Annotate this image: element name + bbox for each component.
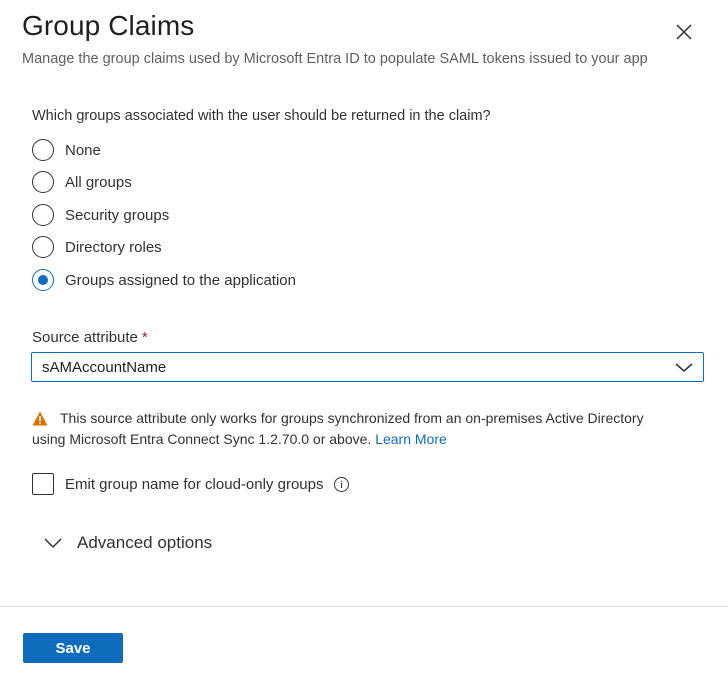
groups-question: Which groups associated with the user sh… [32,108,491,124]
source-attribute-label-text: Source attribute [32,329,138,346]
advanced-options-toggle[interactable]: Advanced options [44,530,212,556]
warning-text: This source attribute only works for gro… [32,408,712,450]
chevron-down-icon [44,538,62,549]
footer-divider [0,606,728,607]
radio-circle[interactable] [32,139,54,161]
page-subtitle: Manage the group claims used by Microsof… [22,51,648,67]
radio-label: Groups assigned to the application [65,271,296,289]
radio-none[interactable]: None [32,137,101,163]
radio-security-groups[interactable]: Security groups [32,202,169,228]
save-button[interactable]: Save [23,633,123,663]
checkbox-label: Emit group name for cloud-only groups [65,475,324,493]
page-title: Group Claims [22,10,195,41]
warning-line2-wrapper: using Microsoft Entra Connect Sync 1.2.7… [32,429,712,450]
close-button[interactable] [670,18,698,46]
required-mark: * [141,329,148,346]
warning-message: This source attribute only works for gro… [32,408,712,450]
source-attribute-label: Source attribute * [32,329,148,346]
chevron-down-icon [675,363,693,372]
warning-line2: using Microsoft Entra Connect Sync 1.2.7… [32,431,372,447]
learn-more-link[interactable]: Learn More [375,431,447,447]
radio-directory-roles[interactable]: Directory roles [32,234,162,260]
radio-groups-assigned[interactable]: Groups assigned to the application [32,267,296,293]
source-attribute-dropdown[interactable]: sAMAccountName [31,352,704,382]
radio-all-groups[interactable]: All groups [32,169,132,195]
dropdown-selected-value: sAMAccountName [42,358,167,376]
radio-circle-selected[interactable] [32,269,54,291]
radio-circle[interactable] [32,171,54,193]
radio-circle[interactable] [32,236,54,258]
warning-line1: This source attribute only works for gro… [60,410,644,426]
radio-label: All groups [65,173,132,191]
advanced-options-label: Advanced options [77,533,213,552]
radio-label: None [65,141,101,159]
radio-label: Directory roles [65,238,162,256]
close-icon [676,24,692,40]
emit-group-name-checkbox-row[interactable]: Emit group name for cloud-only groups [32,471,350,497]
info-icon[interactable] [333,476,350,493]
radio-circle[interactable] [32,204,54,226]
radio-label: Security groups [65,206,170,224]
emit-group-name-checkbox[interactable] [32,473,54,495]
warning-icon [32,411,48,426]
